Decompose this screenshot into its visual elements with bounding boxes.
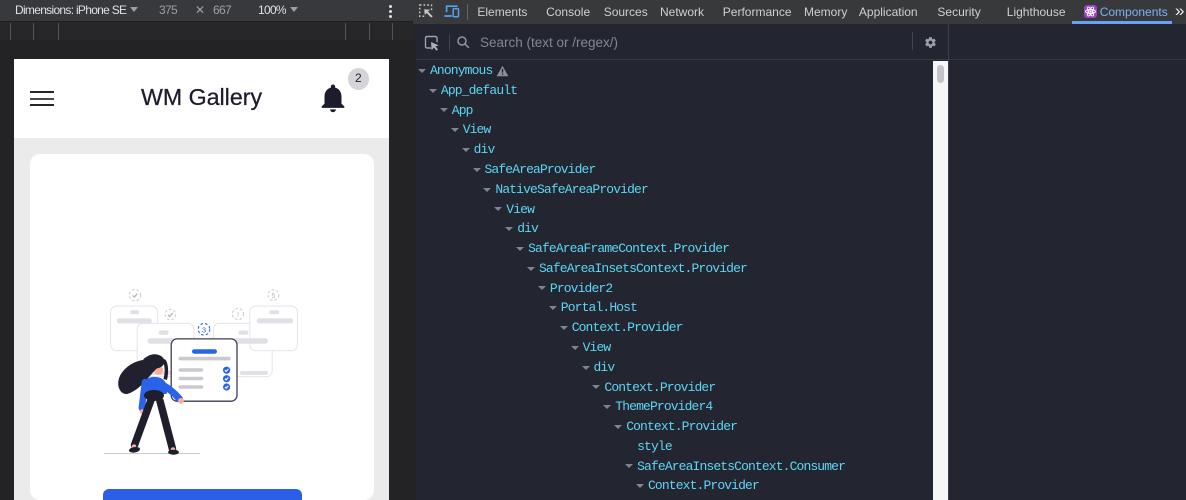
svg-text:!: ! — [237, 312, 239, 319]
svg-text:5: 5 — [271, 293, 275, 300]
svg-text:3: 3 — [202, 325, 206, 334]
